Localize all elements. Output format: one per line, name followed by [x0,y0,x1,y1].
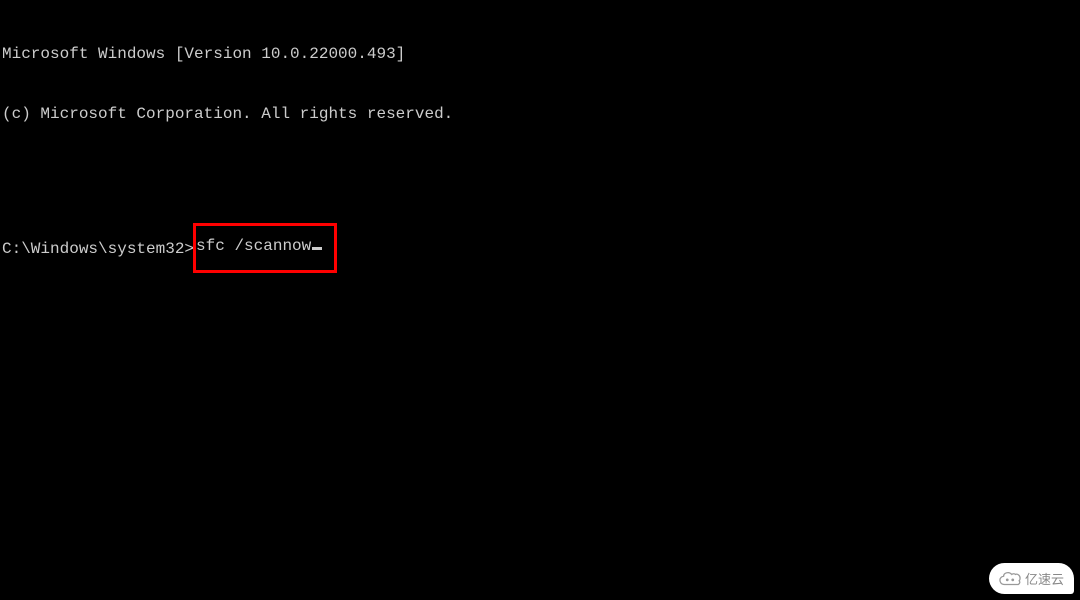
copyright-line: (c) Microsoft Corporation. All rights re… [2,104,1078,124]
typed-command: sfc /scannow [196,236,311,256]
watermark-badge: 亿速云 [989,563,1074,594]
command-highlight-box: sfc /scannow [193,223,337,273]
text-cursor [312,247,322,250]
command-prompt-terminal[interactable]: Microsoft Windows [Version 10.0.22000.49… [0,0,1080,298]
watermark-label: 亿速云 [1025,569,1064,588]
prompt-path: C:\Windows\system32> [2,239,194,259]
blank-line [2,164,1078,184]
version-line: Microsoft Windows [Version 10.0.22000.49… [2,44,1078,64]
cloud-icon [999,571,1021,587]
prompt-line[interactable]: C:\Windows\system32>sfc /scannow [2,224,1078,274]
